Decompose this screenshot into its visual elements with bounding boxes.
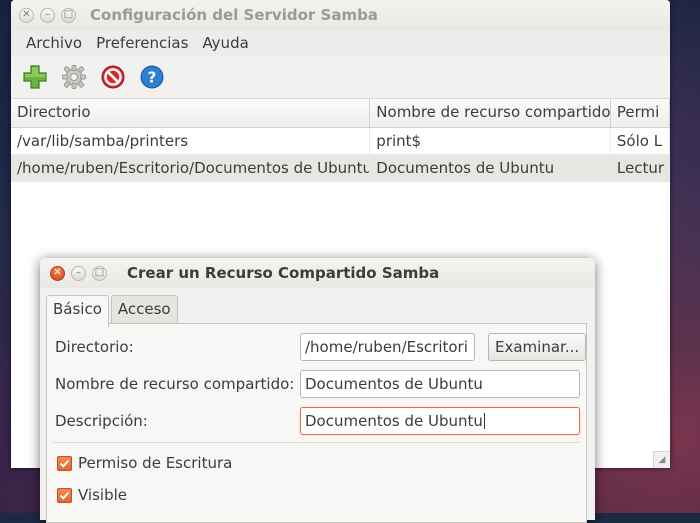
tab-basico[interactable]: Básico — [46, 295, 109, 327]
resize-grip-icon: ◢ — [658, 455, 666, 465]
descripcion-value: Documentos de Ubuntu — [305, 412, 483, 430]
dialog-minimize-button[interactable]: – — [71, 265, 86, 281]
window-title: Configuración del Servidor Samba — [90, 6, 378, 24]
minimize-icon: – — [45, 9, 50, 20]
menubar: Archivo Preferencias Ayuda — [11, 30, 670, 56]
column-header-directorio[interactable]: Directorio — [11, 99, 371, 127]
shares-table: Directorio Nombre de recurso compartido … — [11, 99, 670, 182]
cell-permisos: Sólo L — [611, 128, 670, 154]
help-button[interactable]: ? — [138, 63, 166, 91]
table-header: Directorio Nombre de recurso compartido … — [11, 99, 670, 128]
maximize-icon: □ — [94, 267, 105, 278]
directorio-label: Directorio: — [55, 338, 134, 356]
add-icon — [23, 65, 47, 89]
minimize-window-button[interactable]: – — [40, 7, 55, 23]
table-row-selected[interactable]: /home/ruben/Escritorio/Documentos de Ubu… — [11, 155, 670, 182]
nombre-input[interactable]: Documentos de Ubuntu — [300, 370, 580, 398]
cell-nombre: Documentos de Ubuntu — [370, 155, 611, 181]
tab-panel-basico: Directorio: /home/ruben/Escritori Examin… — [46, 323, 587, 523]
maximize-icon: □ — [63, 9, 74, 20]
cell-directorio: /var/lib/samba/printers — [11, 128, 371, 154]
dialog-titlebar[interactable]: ✕ – □ Crear un Recurso Compartido Samba — [40, 258, 595, 288]
minimize-icon: – — [76, 267, 81, 278]
svg-text:?: ? — [148, 69, 157, 87]
resize-grip[interactable]: ◢ — [653, 451, 670, 468]
close-icon: ✕ — [22, 9, 31, 20]
properties-button[interactable] — [60, 63, 88, 91]
maximize-window-button[interactable]: □ — [61, 7, 76, 23]
separator — [53, 442, 580, 443]
checkbox-label-escritura: Permiso de Escritura — [78, 454, 233, 472]
nombre-label: Nombre de recurso compartido: — [55, 375, 295, 393]
tab-acceso[interactable]: Acceso — [110, 295, 178, 326]
checkmark-icon — [59, 459, 70, 468]
close-window-button[interactable]: ✕ — [19, 7, 34, 23]
descripcion-input[interactable]: Documentos de Ubuntu — [300, 407, 580, 435]
table-row[interactable]: /var/lib/samba/printers print$ Sólo L — [11, 128, 670, 155]
directorio-input[interactable]: /home/ruben/Escritori — [300, 333, 475, 361]
checkbox-label-visible: Visible — [78, 486, 127, 504]
menu-preferencias[interactable]: Preferencias — [89, 34, 195, 52]
help-icon: ? — [140, 65, 164, 89]
dialog-title: Crear un Recurso Compartido Samba — [127, 264, 440, 282]
menu-ayuda[interactable]: Ayuda — [195, 34, 255, 52]
examinar-button[interactable]: Examinar... — [488, 333, 587, 361]
descripcion-label: Descripción: — [55, 412, 148, 430]
checkbox-visible[interactable] — [57, 487, 72, 503]
dialog-close-button[interactable]: ✕ — [50, 265, 65, 281]
cell-directorio: /home/ruben/Escritorio/Documentos de Ubu… — [11, 155, 371, 181]
text-caret — [483, 413, 485, 429]
cell-nombre: print$ — [370, 128, 611, 154]
main-titlebar[interactable]: ✕ – □ Configuración del Servidor Samba — [11, 0, 670, 30]
cell-permisos: Lectur — [611, 155, 670, 181]
add-share-button[interactable] — [21, 63, 49, 91]
delete-icon — [101, 65, 125, 89]
toolbar: ? — [11, 56, 670, 99]
create-share-dialog: ✕ – □ Crear un Recurso Compartido Samba … — [40, 258, 595, 523]
gear-icon — [62, 65, 86, 89]
checkmark-icon — [59, 491, 70, 500]
menu-archivo[interactable]: Archivo — [19, 34, 89, 52]
checkbox-escritura[interactable] — [57, 455, 72, 471]
checkbox-row-escritura[interactable]: Permiso de Escritura — [57, 454, 232, 472]
close-icon: ✕ — [53, 267, 62, 278]
column-header-nombre[interactable]: Nombre de recurso compartido — [370, 99, 611, 127]
checkbox-row-visible[interactable]: Visible — [57, 486, 127, 504]
dialog-maximize-button[interactable]: □ — [92, 265, 107, 281]
delete-share-button[interactable] — [99, 63, 127, 91]
column-header-permisos[interactable]: Permi — [611, 99, 670, 127]
